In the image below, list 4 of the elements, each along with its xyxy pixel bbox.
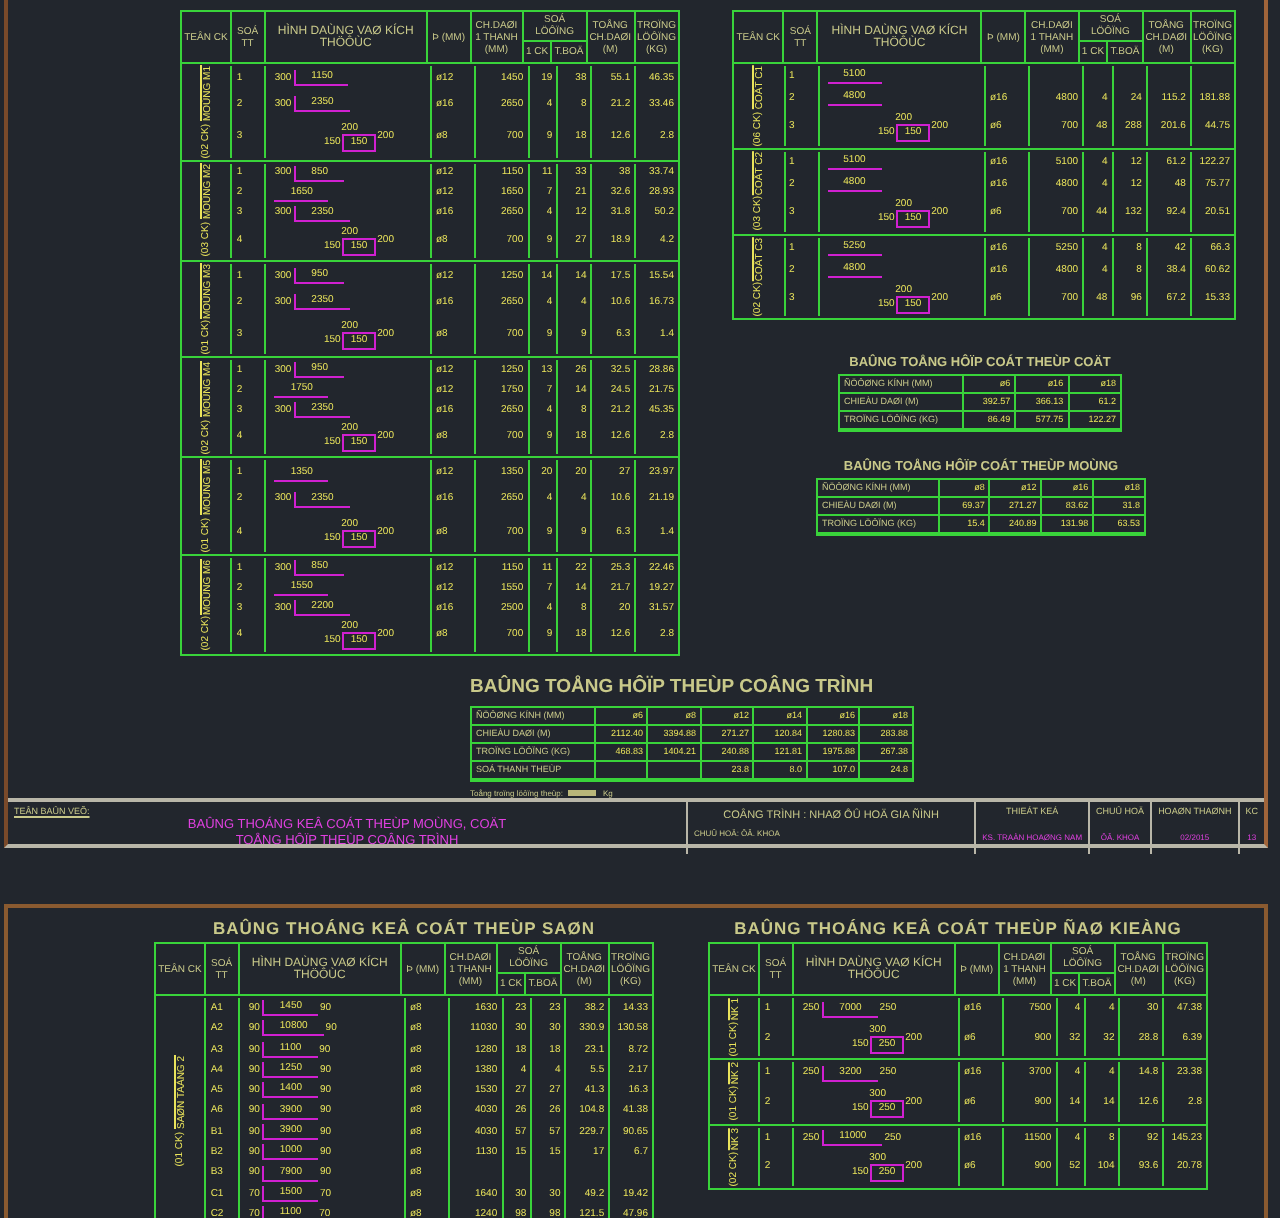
value-bar — [568, 790, 597, 797]
table-title: BAÛNG THOÁNG KEÂ COÁT THEÙP SAØN — [210, 918, 598, 938]
table-title: BAÛNG TOÅNG HÔÏP THEÙP COÂNG TRÌNH — [470, 676, 876, 699]
table-title: BAÛNG THOÁNG KEÂ COÁT THEÙP ÑAØ KIEÀNG — [732, 918, 1184, 938]
